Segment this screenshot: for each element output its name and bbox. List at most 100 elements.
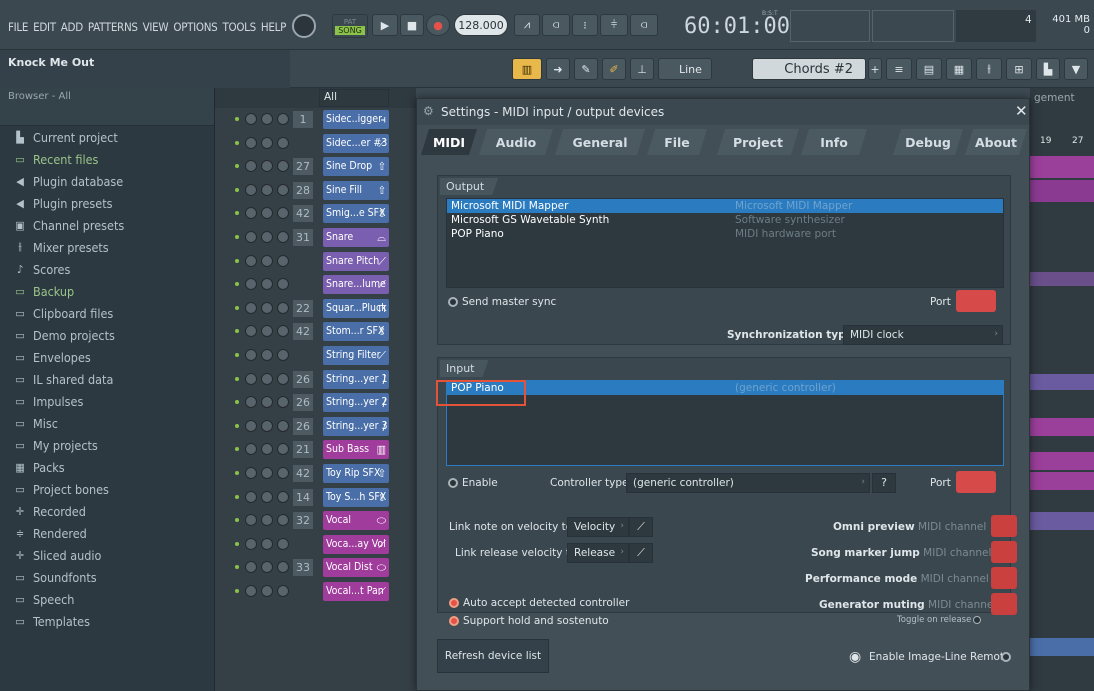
channel-pan-knob[interactable] [245,183,257,196]
channel-mixer-track[interactable]: 26 [293,370,313,388]
stamp-button[interactable]: ⊥ [630,58,654,80]
channel-volume-knob[interactable] [261,372,273,385]
channel-led[interactable] [235,234,239,239]
channel-pan-knob[interactable] [245,561,257,574]
channel-led[interactable] [235,258,239,263]
channel-led[interactable] [235,117,239,121]
browser-item[interactable]: ▭ IL shared data [0,368,214,390]
channel-led[interactable] [235,376,239,381]
channel-volume-knob[interactable] [261,160,273,173]
channel-name-button[interactable]: String...yer 1 ∕ [323,369,389,389]
song-marker-channel[interactable] [991,541,1017,563]
link-note-button[interactable]: ⟋ [629,517,653,537]
channel-pan-knob[interactable] [245,396,257,409]
browser-item[interactable]: ▭ Misc [0,412,214,434]
channel-mute-knob[interactable] [277,348,289,361]
enable-radio[interactable] [448,478,458,488]
channel-mute-knob[interactable] [277,136,289,149]
pattern-song-toggle[interactable]: PAT SONG [332,14,368,38]
browser-item[interactable]: ▭ Clipboard files [0,302,214,324]
playlist-clip[interactable] [1030,180,1094,202]
close-button[interactable]: ✕ [1015,102,1028,120]
browser-item[interactable]: ▭ Backup [0,280,214,302]
browser-item[interactable]: ▭ Demo projects [0,324,214,346]
preset-selector[interactable]: Chords #2 [752,58,866,80]
channel-volume-knob[interactable] [261,584,273,597]
channel-mute-knob[interactable] [277,301,289,314]
generator-muting-channel[interactable] [991,593,1017,615]
menu-view[interactable]: VIEW [143,20,169,34]
help-button[interactable]: ? [872,473,896,493]
enable-remote-radio[interactable] [1001,652,1011,662]
playlist-clip[interactable] [1030,638,1094,656]
channel-name-button[interactable]: Sine Fill ⇧ [323,180,389,200]
arrow-button[interactable]: ➜ [546,58,570,80]
channel-led[interactable] [235,140,239,145]
channel-name-button[interactable]: Smig...e SFX ⇧ [323,204,389,224]
output-port-selector[interactable] [956,290,996,312]
channel-pan-knob[interactable] [245,372,257,385]
blend-button[interactable]: ⫩ [600,14,628,36]
channel-name-button[interactable]: String Filter ⟋ [323,345,389,365]
channel-mixer-track[interactable]: 31 [293,228,313,246]
send-master-sync-radio[interactable] [448,297,458,307]
channel-pan-knob[interactable] [245,230,257,243]
channel-pan-knob[interactable] [245,301,257,314]
channel-name-button[interactable]: Squar...Pluck ⊓ [323,298,389,318]
record-button[interactable]: ● [426,14,450,36]
channel-volume-knob[interactable] [261,207,273,220]
channel-volume-knob[interactable] [261,278,273,291]
channel-volume-knob[interactable] [261,183,273,196]
channel-mixer-track[interactable]: 26 [293,394,313,412]
browser-item[interactable]: ▭ Envelopes [0,346,214,368]
pianoroll-view-button[interactable]: ▤ [916,58,942,80]
channel-name-button[interactable]: Snare ⌓ [323,227,389,247]
wait-button[interactable]: ⫏ [542,14,570,36]
channel-pan-knob[interactable] [245,490,257,503]
support-hold-radio[interactable] [449,616,459,626]
play-button[interactable]: ▶ [372,14,398,36]
performance-channel[interactable] [991,567,1017,589]
channel-pan-knob[interactable] [245,514,257,527]
refresh-device-list-button[interactable]: Refresh device list [437,639,549,673]
tab-audio[interactable]: Audio [479,129,553,155]
channel-mute-knob[interactable] [277,490,289,503]
tab-file[interactable]: File [647,129,707,155]
browser-item[interactable]: ▭ Speech [0,588,214,610]
channel-mixer-track[interactable]: 42 [293,323,313,341]
channel-mute-knob[interactable] [277,396,289,409]
channel-led[interactable] [235,518,239,523]
channel-volume-knob[interactable] [261,230,273,243]
channel-name-button[interactable]: Sidec..igger ⫞ [323,110,389,129]
channel-volume-knob[interactable] [261,466,273,479]
channel-volume-knob[interactable] [261,561,273,574]
channel-mixer-track[interactable]: 14 [293,488,313,506]
channel-name-button[interactable]: String...yer 2 ∕ [323,393,389,413]
channel-mixer-track[interactable] [293,536,313,553]
channel-pan-knob[interactable] [245,278,257,291]
channel-mute-knob[interactable] [277,443,289,456]
channel-mixer-track[interactable] [293,276,313,293]
channel-volume-knob[interactable] [261,514,273,527]
playlist-clip[interactable] [1030,418,1094,436]
menu-file[interactable]: FILE [8,20,28,34]
channel-mixer-track[interactable]: 1 [293,111,313,128]
project-button[interactable]: ▙ [1036,58,1060,80]
channel-mute-knob[interactable] [277,537,289,550]
input-port-selector[interactable] [956,471,996,493]
mixer-button[interactable]: ⫲ [976,58,1002,80]
channel-name-button[interactable]: Vocal...t Pan ⟋ [323,581,389,601]
channelrack-button[interactable]: ▦ [946,58,972,80]
master-volume-knob[interactable] [292,14,316,38]
sync-type-dropdown[interactable]: MIDI clock › [843,325,1003,345]
link-release-dropdown[interactable]: Release › [567,543,629,563]
stop-button[interactable]: ■ [400,14,424,36]
channel-mixer-track[interactable] [293,253,313,270]
browser-item[interactable]: ▭ Recent files [0,148,214,170]
channel-volume-knob[interactable] [261,325,273,338]
browser-item[interactable]: ▭ Impulses [0,390,214,412]
browser-item[interactable]: ▣ Channel presets [0,214,214,236]
channel-mute-knob[interactable] [277,584,289,597]
tab-info[interactable]: Info [801,129,867,155]
channel-led[interactable] [235,423,239,428]
